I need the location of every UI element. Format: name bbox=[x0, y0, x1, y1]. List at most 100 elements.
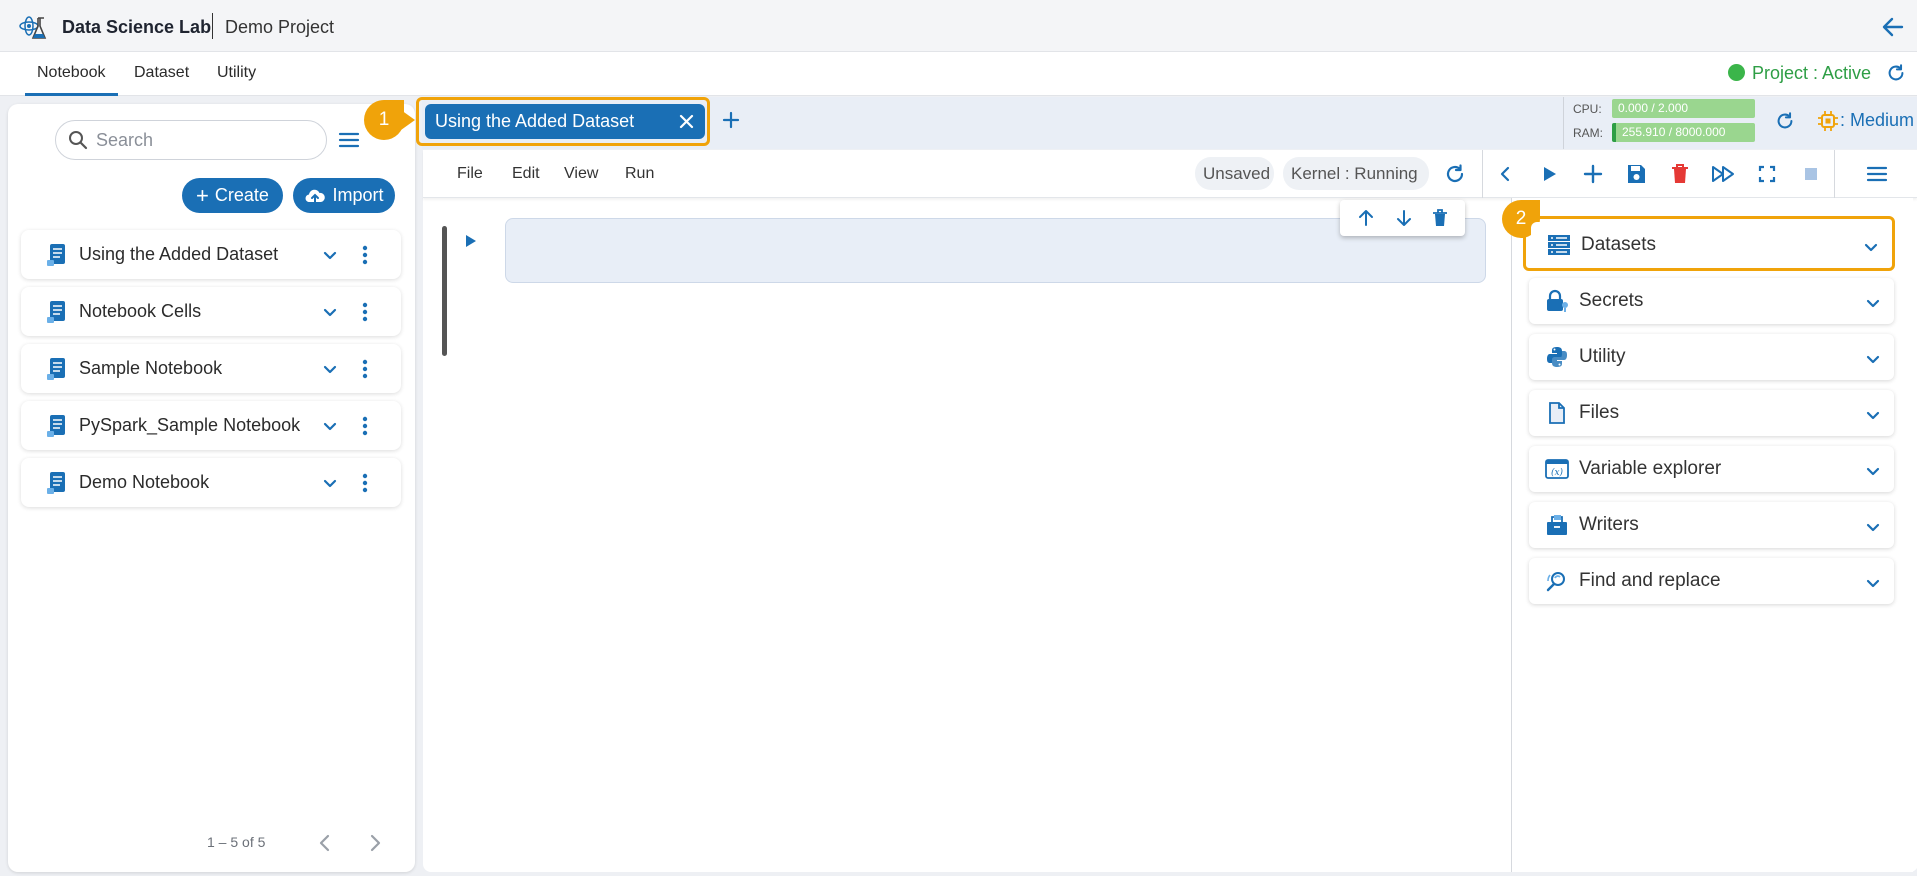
chevron-down-icon bbox=[1865, 407, 1881, 423]
list-item[interactable]: Notebook Cells bbox=[21, 287, 401, 336]
file-icon bbox=[1545, 401, 1569, 425]
chevron-left-icon[interactable] bbox=[1493, 162, 1517, 186]
cloud-upload-icon bbox=[304, 187, 326, 205]
stop-icon[interactable] bbox=[1799, 162, 1823, 186]
cell-run-icon[interactable] bbox=[463, 232, 479, 250]
delete-cell-icon[interactable] bbox=[1668, 162, 1692, 186]
trash-icon[interactable] bbox=[1430, 208, 1450, 228]
chevron-down-icon[interactable] bbox=[322, 247, 338, 263]
plus-icon: + bbox=[196, 182, 209, 208]
list-item[interactable]: Using the Added Dataset bbox=[21, 230, 401, 279]
more-options-icon[interactable] bbox=[362, 244, 368, 266]
tab-dataset[interactable]: Dataset bbox=[134, 64, 189, 82]
close-icon[interactable] bbox=[679, 114, 694, 129]
toolbar-divider bbox=[1834, 150, 1835, 198]
secrets-icon bbox=[1545, 289, 1569, 313]
notebook-file-icon bbox=[47, 414, 67, 438]
project-title: Demo Project bbox=[225, 17, 335, 37]
find-replace-icon bbox=[1545, 569, 1569, 593]
accordion-find-and-replace[interactable]: Find and replace bbox=[1529, 558, 1894, 604]
app-title: Data Science Lab bbox=[62, 17, 212, 37]
notebook-name: PySpark_Sample Notebook bbox=[79, 415, 301, 435]
tab-notebook[interactable]: Notebook bbox=[25, 64, 118, 96]
notebook-name: Sample Notebook bbox=[79, 358, 223, 378]
chevron-down-icon[interactable] bbox=[322, 304, 338, 320]
writers-icon bbox=[1545, 513, 1569, 537]
save-icon[interactable] bbox=[1624, 162, 1648, 186]
chevron-down-icon[interactable] bbox=[322, 418, 338, 434]
notebook-file-icon bbox=[47, 243, 67, 267]
tab-using-the-added-dataset[interactable]: Using the Added Dataset bbox=[425, 104, 705, 139]
pagination-range: 1 – 5 of 5 bbox=[207, 834, 266, 850]
accordion-datasets[interactable]: Datasets bbox=[1531, 222, 1890, 268]
list-menu-icon[interactable] bbox=[338, 130, 360, 150]
chevron-down-icon[interactable] bbox=[322, 361, 338, 377]
ram-label: RAM: bbox=[1573, 126, 1603, 140]
import-button[interactable]: Import bbox=[293, 178, 395, 213]
notebook-file-icon bbox=[47, 300, 67, 324]
tab-utility[interactable]: Utility bbox=[217, 64, 256, 82]
chevron-right-icon[interactable] bbox=[366, 832, 384, 854]
chevron-down-icon bbox=[1865, 295, 1881, 311]
chevron-down-icon[interactable] bbox=[322, 475, 338, 491]
notebook-file-icon bbox=[47, 471, 67, 495]
search-placeholder: Search bbox=[96, 130, 154, 150]
menu-file[interactable]: File bbox=[457, 165, 483, 183]
hamburger-menu-icon[interactable] bbox=[1865, 162, 1889, 186]
chevron-left-icon[interactable] bbox=[316, 832, 334, 854]
menu-edit[interactable]: Edit bbox=[512, 165, 540, 183]
notebook-name: Notebook Cells bbox=[79, 301, 202, 321]
toolbar-divider bbox=[1482, 150, 1483, 198]
more-options-icon[interactable] bbox=[362, 358, 368, 380]
accordion-label: Find and replace bbox=[1579, 570, 1721, 591]
cpu-label: CPU: bbox=[1573, 102, 1602, 116]
module-tabs-bar bbox=[0, 52, 1917, 96]
fullscreen-icon[interactable] bbox=[1755, 162, 1779, 186]
more-options-icon[interactable] bbox=[362, 472, 368, 494]
restart-kernel-icon[interactable] bbox=[1443, 162, 1467, 186]
menu-run[interactable]: Run bbox=[625, 165, 654, 183]
accordion-files[interactable]: Files bbox=[1529, 390, 1894, 436]
cpu-chip-icon bbox=[1817, 110, 1839, 132]
menu-view[interactable]: View bbox=[564, 165, 598, 183]
ram-usage-bar: 255.910 / 8000.000 bbox=[1612, 123, 1755, 142]
list-item[interactable]: Demo Notebook bbox=[21, 458, 401, 507]
editor-tab-label: Using the Added Dataset bbox=[435, 111, 635, 131]
list-item[interactable]: PySpark_Sample Notebook bbox=[21, 401, 401, 450]
cell-focus-bar bbox=[442, 226, 447, 356]
notebook-name: Demo Notebook bbox=[79, 472, 210, 492]
move-up-icon[interactable] bbox=[1356, 208, 1376, 228]
accordion-variable-explorer[interactable]: (x) Variable explorer bbox=[1529, 446, 1894, 492]
project-status: Project : Active bbox=[1752, 63, 1872, 83]
accordion-label: Variable explorer bbox=[1579, 458, 1722, 479]
create-button[interactable]: + Create bbox=[182, 178, 283, 213]
move-down-icon[interactable] bbox=[1394, 208, 1414, 228]
search-icon bbox=[68, 130, 88, 150]
compute-size-label: : Medium bbox=[1840, 110, 1915, 130]
cell-action-toolbar bbox=[1340, 200, 1465, 236]
accordion-secrets[interactable]: Secrets bbox=[1529, 278, 1894, 324]
chevron-down-icon bbox=[1863, 239, 1879, 255]
python-icon bbox=[1545, 345, 1569, 369]
add-tab-icon[interactable] bbox=[721, 110, 741, 130]
more-options-icon[interactable] bbox=[362, 415, 368, 437]
accordion-label: Utility bbox=[1579, 346, 1626, 367]
code-cell-input[interactable] bbox=[505, 218, 1486, 283]
run-cell-icon[interactable] bbox=[1537, 162, 1561, 186]
run-all-icon[interactable] bbox=[1710, 162, 1738, 186]
refresh-project-icon[interactable] bbox=[1885, 62, 1907, 84]
list-item[interactable]: Sample Notebook bbox=[21, 344, 401, 393]
accordion-utility[interactable]: Utility bbox=[1529, 334, 1894, 380]
accordion-writers[interactable]: Writers bbox=[1529, 502, 1894, 548]
accordion-label: Secrets bbox=[1579, 290, 1644, 311]
create-button-label: Create bbox=[214, 185, 269, 205]
back-arrow-icon[interactable] bbox=[1880, 14, 1906, 40]
notebook-name: Using the Added Dataset bbox=[79, 244, 279, 264]
notebook-file-icon bbox=[47, 357, 67, 381]
chevron-down-icon bbox=[1865, 463, 1881, 479]
more-options-icon[interactable] bbox=[362, 301, 368, 323]
refresh-resources-icon[interactable] bbox=[1774, 110, 1796, 132]
accordion-label: Datasets bbox=[1581, 234, 1656, 255]
add-cell-icon[interactable] bbox=[1581, 162, 1605, 186]
import-button-label: Import bbox=[332, 185, 384, 205]
